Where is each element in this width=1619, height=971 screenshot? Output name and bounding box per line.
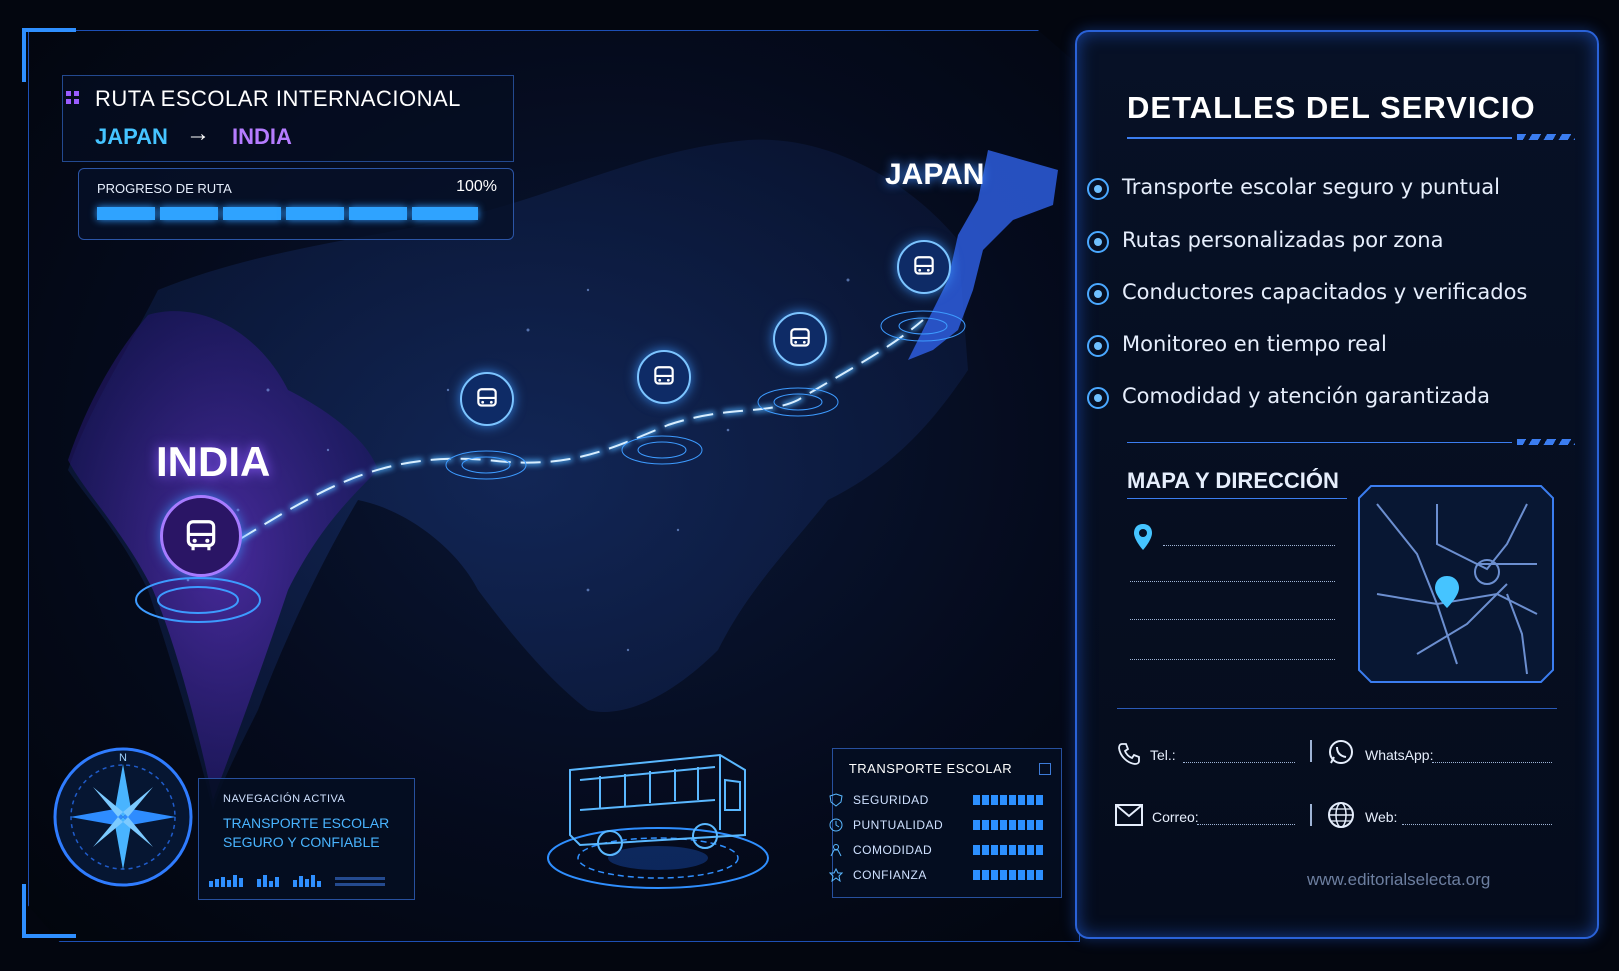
nav-line-1: TRANSPORTE ESCOLAR <box>223 815 390 831</box>
bus-icon <box>654 366 674 385</box>
details-title: DETALLES DEL SERVICIO <box>1127 90 1536 125</box>
bullet-icon <box>1087 178 1109 200</box>
whatsapp-label: WhatsApp: <box>1365 747 1434 763</box>
feature-text: Transporte escolar seguro y puntual <box>1122 175 1500 199</box>
bus-icon <box>186 520 216 551</box>
map-section-title: MAPA Y DIRECCIÓN <box>1127 468 1339 493</box>
arrow-right-icon: → <box>186 120 210 147</box>
tel-field[interactable] <box>1183 761 1295 763</box>
bus-icon <box>477 388 497 407</box>
progress-panel: PROGRESO DE RUTA 100% <box>78 168 514 240</box>
whatsapp-field[interactable] <box>1432 761 1552 763</box>
signal-bars <box>209 875 385 887</box>
address-line[interactable] <box>1130 618 1335 620</box>
stat-label: COMODIDAD <box>853 843 933 857</box>
compass-north: N <box>119 752 127 764</box>
progress-segment <box>412 207 478 220</box>
phone-icon <box>1118 743 1140 765</box>
bus-pin-japan[interactable] <box>897 240 951 294</box>
feature-text: Comodidad y atención garantizada <box>1122 384 1491 408</box>
hologram-bus <box>547 753 769 889</box>
contact-divider <box>1117 708 1557 709</box>
separator <box>1310 740 1312 762</box>
bus-pin-3[interactable] <box>637 350 691 404</box>
location-pin-icon <box>1134 524 1152 550</box>
web-field[interactable] <box>1402 823 1552 825</box>
section-divider <box>1127 442 1512 443</box>
feature-item: Comodidad y atención garantizada <box>1087 384 1491 409</box>
email-label: Correo: <box>1152 809 1199 825</box>
feature-item: Conductores capacitados y verificados <box>1087 280 1528 305</box>
stats-panel: TRANSPORTE ESCOLAR SEGURIDAD PUNTUALIDAD… <box>828 748 1062 898</box>
stat-label: SEGURIDAD <box>853 793 929 807</box>
bus-pin-2[interactable] <box>460 372 514 426</box>
grid-icon <box>66 91 79 104</box>
stat-label: CONFIANZA <box>853 868 927 882</box>
expand-icon[interactable] <box>1039 763 1051 775</box>
nav-line-2: SEGURO Y CONFIABLE <box>223 834 380 850</box>
feature-text: Monitoreo en tiempo real <box>1122 332 1387 356</box>
tel-label: Tel.: <box>1150 747 1176 763</box>
stat-label: PUNTUALIDAD <box>853 818 944 832</box>
destination-label: INDIA <box>232 124 292 149</box>
title-underline <box>1127 137 1512 139</box>
address-line[interactable] <box>1163 544 1335 546</box>
compass-icon <box>53 747 193 887</box>
badge-icon <box>828 867 844 883</box>
corner-bracket <box>22 28 76 82</box>
stat-bar <box>973 820 1045 830</box>
details-panel: DETALLES DEL SERVICIO Transporte escolar… <box>1075 30 1599 939</box>
progress-label: PROGRESO DE RUTA <box>97 181 232 196</box>
divider-accent <box>1517 439 1575 445</box>
website-footer[interactable]: www.editorialselecta.org <box>1307 870 1490 890</box>
feature-item: Monitoreo en tiempo real <box>1087 332 1387 357</box>
globe-icon <box>1328 802 1354 828</box>
feature-item: Transporte escolar seguro y puntual <box>1087 175 1500 200</box>
progress-value: 100% <box>456 178 497 195</box>
progress-segment <box>160 207 218 220</box>
bus-pin-4[interactable] <box>773 312 827 366</box>
corner-bracket <box>22 884 76 938</box>
india-label: INDIA <box>156 438 271 485</box>
japan-label: JAPAN <box>885 158 985 191</box>
feature-text: Rutas personalizadas por zona <box>1122 228 1444 252</box>
progress-segment <box>349 207 407 220</box>
stat-bar <box>973 795 1045 805</box>
navigation-panel: NAVEGACIÓN ACTIVA TRANSPORTE ESCOLAR SEG… <box>198 778 415 900</box>
bullet-icon <box>1087 335 1109 357</box>
progress-segment <box>286 207 344 220</box>
progress-segment <box>97 207 155 220</box>
bullet-icon <box>1087 387 1109 409</box>
whatsapp-icon <box>1329 740 1353 764</box>
feature-text: Conductores capacitados y verificados <box>1122 280 1528 304</box>
bus-icon <box>914 256 934 275</box>
map-title-underline <box>1127 498 1347 499</box>
stats-title: TRANSPORTE ESCOLAR <box>848 761 1013 776</box>
seat-icon <box>829 843 843 857</box>
separator <box>1310 804 1312 826</box>
email-field[interactable] <box>1197 823 1295 825</box>
shield-icon <box>829 793 843 807</box>
address-line[interactable] <box>1130 580 1335 582</box>
mini-map[interactable] <box>1357 484 1555 684</box>
progress-segment <box>223 207 281 220</box>
bus-pin-india[interactable] <box>160 495 242 577</box>
address-line[interactable] <box>1130 658 1335 660</box>
divider-accent <box>1517 134 1575 140</box>
stat-bar <box>973 870 1045 880</box>
clock-icon <box>829 818 843 832</box>
mail-icon <box>1115 804 1143 826</box>
origin-label: JAPAN <box>95 124 168 149</box>
bullet-icon <box>1087 231 1109 253</box>
bus-icon <box>790 328 810 347</box>
nav-label: NAVEGACIÓN ACTIVA <box>223 793 346 805</box>
bullet-icon <box>1087 283 1109 305</box>
web-label: Web: <box>1365 809 1398 825</box>
feature-item: Rutas personalizadas por zona <box>1087 228 1444 253</box>
page-title: RUTA ESCOLAR INTERNACIONAL <box>95 86 461 111</box>
stat-bar <box>973 845 1045 855</box>
